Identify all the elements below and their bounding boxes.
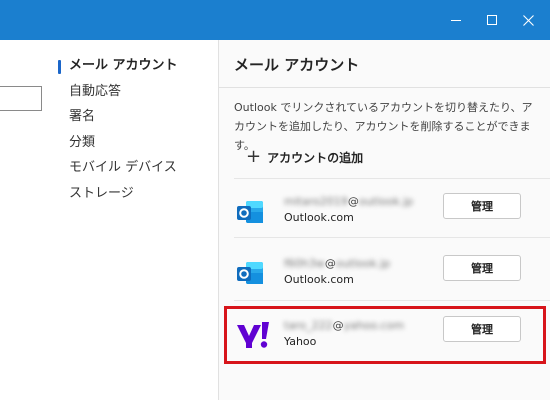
nav-item-auto-reply[interactable]: 自動応答 — [58, 81, 178, 107]
row-divider — [234, 300, 550, 301]
nav-item-label: メール アカウント — [69, 58, 178, 73]
add-account-button[interactable]: + アカウントの追加 — [246, 148, 363, 166]
nav-item-signature[interactable]: 署名 — [58, 106, 178, 132]
close-button[interactable] — [510, 0, 546, 40]
row-divider — [234, 237, 550, 238]
highlight-frame — [224, 306, 546, 364]
manage-button[interactable]: 管理 — [443, 255, 521, 281]
search-input[interactable] — [0, 86, 42, 111]
nav-item-label: 署名 — [69, 109, 96, 124]
nav-item-label: 分類 — [69, 134, 96, 150]
plus-icon: + — [246, 146, 262, 167]
nav-item-label: ストレージ — [69, 185, 134, 201]
nav-item-label: モバイル デバイス — [69, 160, 177, 175]
nav-item-mail-accounts[interactable]: メール アカウント — [58, 55, 178, 81]
nav-item-label: 自動応答 — [69, 83, 122, 99]
account-type: Outlook.com — [284, 211, 354, 224]
manage-button[interactable]: 管理 — [443, 193, 521, 219]
header-divider — [219, 87, 550, 88]
outlook-icon — [237, 262, 263, 284]
minimize-button[interactable] — [438, 0, 474, 40]
maximize-button[interactable] — [474, 0, 510, 40]
active-indicator — [58, 60, 61, 74]
settings-nav: メール アカウント 自動応答 署名 分類 モバイル デバイス ストレージ — [58, 55, 178, 208]
page-title: メール アカウント — [234, 56, 360, 74]
maximize-icon — [487, 15, 497, 25]
account-info: mitaro2019@outlook.jp Outlook.com — [284, 194, 413, 226]
account-email: f60h3w@outlook.jp — [284, 257, 391, 270]
account-email: mitaro2019@outlook.jp — [284, 195, 414, 208]
title-bar — [0, 0, 550, 40]
nav-item-categories[interactable]: 分類 — [58, 132, 178, 158]
close-icon — [522, 14, 534, 26]
nav-item-storage[interactable]: ストレージ — [58, 183, 178, 209]
nav-item-mobile-devices[interactable]: モバイル デバイス — [58, 157, 178, 183]
row-divider — [234, 178, 550, 179]
description-text: Outlook でリンクされているアカウントを切り替えたり、アカウントを追加した… — [234, 101, 533, 152]
minimize-icon — [451, 19, 461, 21]
outlook-icon — [237, 201, 263, 223]
add-account-label: アカウントの追加 — [267, 150, 364, 165]
account-info: f60h3w@outlook.jp Outlook.com — [284, 256, 390, 288]
account-type: Outlook.com — [284, 273, 354, 286]
